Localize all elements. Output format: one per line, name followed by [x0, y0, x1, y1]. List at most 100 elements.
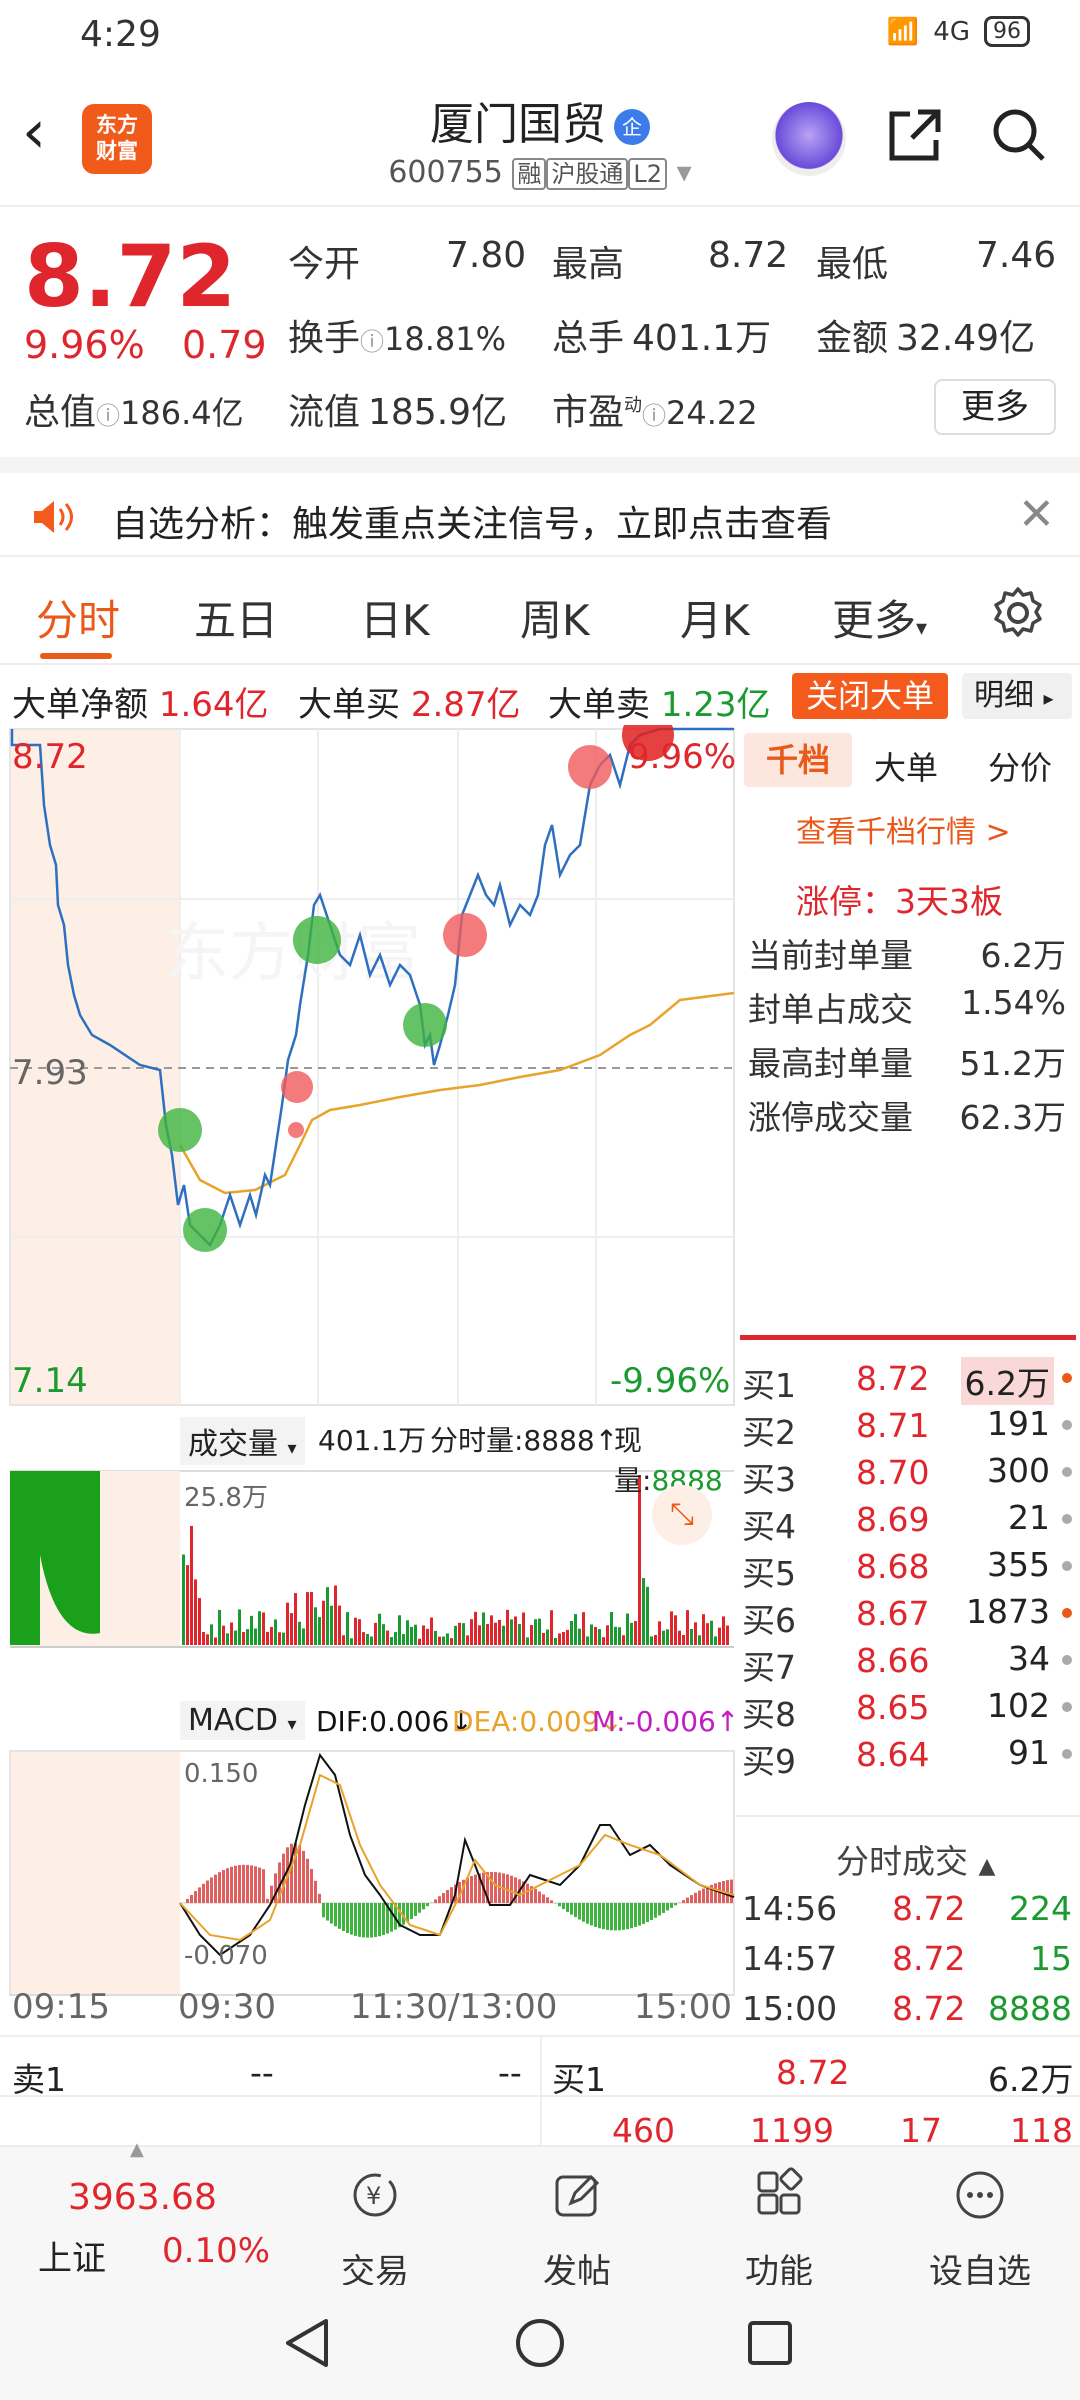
volume-bar	[246, 1629, 249, 1645]
detail-button[interactable]: 明细 ▸	[962, 673, 1072, 719]
expand-icon[interactable]: ⤡	[652, 1485, 712, 1545]
status-icons: 📶 4G 96	[887, 16, 1030, 47]
volume-bar	[214, 1637, 217, 1645]
tab-weekly-k[interactable]: 周K	[520, 587, 590, 648]
back-triangle-icon[interactable]	[282, 2317, 332, 2369]
close-icon[interactable]: ✕	[1018, 489, 1055, 540]
volume-bar	[526, 1637, 529, 1645]
volume-bar	[234, 1630, 237, 1645]
macd-indicator-select[interactable]: MACD ▾	[180, 1701, 305, 1740]
macd-bar	[438, 1896, 441, 1903]
volume-bar	[626, 1613, 629, 1645]
bid-row[interactable]: 买2 8.71 191	[736, 1402, 1080, 1452]
bid-row[interactable]: 买10 8.63 112	[736, 1778, 1080, 1783]
stock-code: 600755	[388, 155, 503, 190]
signal-dot-buy[interactable]	[403, 1003, 447, 1047]
macd-bar	[666, 1903, 669, 1911]
change-percent: 9.96%	[24, 323, 145, 367]
signal-dot-buy[interactable]	[158, 1108, 202, 1152]
tab-five-day[interactable]: 五日	[194, 587, 278, 648]
bid-row[interactable]: 买3 8.70 300	[736, 1449, 1080, 1499]
bid-row[interactable]: 买8 8.65 102	[736, 1684, 1080, 1734]
signal-dot-sell[interactable]	[443, 913, 487, 957]
macd-bar	[510, 1875, 513, 1903]
volume-bar	[602, 1637, 605, 1645]
volume-bar	[474, 1611, 477, 1645]
depth-link[interactable]: 查看千档行情 >	[796, 807, 1011, 851]
analysis-banner[interactable]: 自选分析：触发重点关注信号，立即点击查看 ✕	[0, 457, 1080, 557]
bid-row[interactable]: 买5 8.68 355	[736, 1543, 1080, 1593]
nav-trade[interactable]: ¥ 交易	[305, 2167, 445, 2293]
bid-row[interactable]: 买1 8.72 6.2万	[736, 1355, 1080, 1405]
close-big-order-button[interactable]: 关闭大单	[792, 673, 948, 719]
bid-row[interactable]: 买6 8.67 1873	[736, 1590, 1080, 1640]
volume-bar	[342, 1635, 345, 1645]
macd-bar	[654, 1903, 657, 1918]
index-value[interactable]: 3963.68	[68, 2177, 217, 2218]
time-label-midday: 11:30/13:00	[350, 1987, 558, 2027]
signal-dot-sell[interactable]	[288, 1122, 304, 1138]
volume-bar	[650, 1636, 653, 1645]
volume-bar	[190, 1525, 193, 1645]
seal-max-value: 51.2万	[959, 1044, 1066, 1083]
low-value: 7.46	[976, 235, 1057, 276]
tab-monthly-k[interactable]: 月K	[680, 587, 750, 648]
bid-divider	[740, 1335, 1076, 1340]
panel-tab-depth[interactable]: 千档	[744, 733, 852, 787]
assistant-avatar[interactable]	[772, 102, 846, 176]
volume-bar	[222, 1625, 225, 1645]
panel-tab-big-order[interactable]: 大单	[874, 743, 938, 789]
macd-bar	[474, 1874, 477, 1903]
volume-bar	[594, 1626, 597, 1645]
macd-bar	[670, 1903, 673, 1908]
nav-add-watchlist[interactable]: 设自选	[910, 2167, 1050, 2293]
macd-bar	[390, 1903, 393, 1932]
bid-row[interactable]: 买4 8.69 21	[736, 1496, 1080, 1546]
volume-bar	[606, 1625, 609, 1645]
trades-header[interactable]: 分时成交 ▲	[836, 1835, 995, 1883]
panel-tab-price[interactable]: 分价	[988, 743, 1052, 789]
gear-icon[interactable]	[990, 585, 1046, 641]
macd-bar	[410, 1903, 413, 1920]
signal-dot-sell[interactable]	[281, 1071, 313, 1103]
tab-intraday[interactable]: 分时	[36, 587, 120, 648]
nav-post[interactable]: 发帖	[507, 2167, 647, 2293]
signal-dot-buy[interactable]	[183, 1208, 227, 1252]
volume-bar	[302, 1628, 305, 1645]
bid-price: 8.68	[856, 1547, 930, 1586]
low-stat: 最低	[816, 244, 889, 285]
volume-bar	[294, 1593, 297, 1645]
recents-square-icon[interactable]	[746, 2319, 794, 2367]
volume-bar	[422, 1625, 425, 1645]
volume-bar	[202, 1631, 205, 1645]
volume-bar	[314, 1607, 317, 1645]
volume-bar	[618, 1627, 621, 1645]
macd-bar	[598, 1903, 601, 1929]
volume-bar	[590, 1624, 593, 1645]
intraday-chart-area[interactable]: 东方财富 8.72 7.93 7.14 9.96% -9.96% 成交量 ▾ 4…	[0, 725, 739, 2035]
macd-bar	[218, 1872, 221, 1903]
battery-icon: 96	[984, 16, 1030, 47]
search-icon[interactable]	[990, 106, 1048, 164]
bid-price: 8.70	[856, 1453, 930, 1492]
sell1-price: --	[250, 2053, 274, 2092]
macd-bar	[470, 1876, 473, 1903]
macd-bar	[662, 1903, 665, 1913]
more-button[interactable]: 更多	[934, 379, 1056, 435]
volume-indicator-select[interactable]: 成交量 ▾	[180, 1417, 305, 1465]
share-icon[interactable]	[884, 104, 946, 166]
nav-functions[interactable]: 功能	[709, 2167, 849, 2293]
macd-bar	[366, 1903, 369, 1938]
tab-daily-k[interactable]: 日K	[360, 587, 430, 648]
volume-bar	[318, 1617, 321, 1645]
home-circle-icon[interactable]	[514, 2317, 566, 2369]
system-nav-bar	[0, 2285, 1080, 2400]
volume-bar	[702, 1614, 705, 1645]
bid-row[interactable]: 买9 8.64 91	[736, 1731, 1080, 1781]
signal-dot-sell[interactable]	[568, 745, 612, 789]
signal-dot-buy[interactable]	[293, 916, 341, 964]
limit-up-info: 涨停：3天3板	[796, 882, 1003, 921]
bid-row[interactable]: 买7 8.66 34	[736, 1637, 1080, 1687]
volume-bar	[362, 1632, 365, 1645]
tab-more[interactable]: 更多▾	[832, 587, 927, 648]
